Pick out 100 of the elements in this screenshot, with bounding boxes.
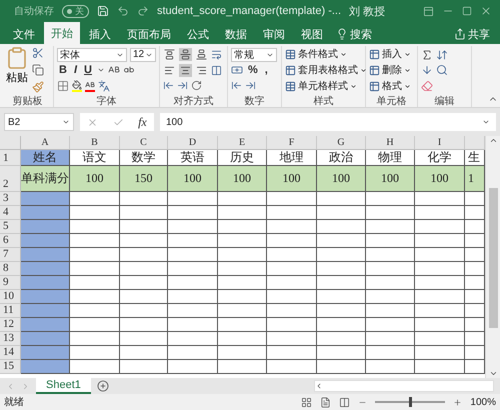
table-cell[interactable] [415,220,465,234]
sheet-tab[interactable]: Sheet1 [36,378,91,394]
table-cell[interactable] [415,318,465,332]
table-cell[interactable] [366,234,415,248]
row-header[interactable]: 1 [0,150,21,166]
table-cell[interactable]: 150 [120,166,168,192]
row-header[interactable]: 4 [0,206,21,220]
vertical-align-button[interactable] [195,48,208,61]
table-cell[interactable] [267,318,317,332]
table-cell[interactable]: 政治 [317,150,366,166]
zoom-level[interactable]: 100% [470,396,496,408]
table-cell[interactable] [120,220,168,234]
table-cell[interactable] [267,332,317,346]
row-header[interactable]: 6 [0,234,21,248]
table-cell[interactable] [415,332,465,346]
column-header[interactable]: H [366,136,415,150]
table-cell[interactable] [120,304,168,318]
column-header[interactable]: A [21,136,70,150]
table-cell[interactable] [120,234,168,248]
table-cell[interactable] [366,220,415,234]
fill-icon[interactable] [421,64,433,76]
table-cell[interactable] [267,360,317,374]
table-cell[interactable] [70,332,120,346]
table-cell[interactable] [21,332,70,346]
table-cell[interactable] [465,276,485,290]
table-cell[interactable] [21,360,70,374]
table-cell[interactable] [120,248,168,262]
decrease-indent-icon[interactable] [163,80,174,91]
brush-icon[interactable] [32,81,44,93]
table-cell[interactable] [21,318,70,332]
scroll-left-icon[interactable] [315,382,323,390]
ribbon-tab[interactable]: 插入 [82,24,118,44]
normal-view-icon[interactable] [301,396,312,408]
row-header[interactable]: 12 [0,318,21,332]
table-cell[interactable] [267,220,317,234]
table-cell[interactable]: 英语 [168,150,218,166]
table-cell[interactable] [415,234,465,248]
table-cell[interactable] [465,262,485,276]
table-cell[interactable] [317,262,366,276]
table-cell[interactable] [70,248,120,262]
sum-icon[interactable] [421,48,433,60]
table-cell[interactable] [317,290,366,304]
save-icon[interactable] [97,5,109,17]
table-cell[interactable] [267,248,317,262]
table-cell[interactable] [366,332,415,346]
table-cell[interactable] [168,248,218,262]
table-cell[interactable]: 100 [168,166,218,192]
font-size-field[interactable]: 12 [130,48,156,62]
table-cell[interactable] [415,262,465,276]
formula-field[interactable]: 100 [160,113,496,131]
increase-indent-icon[interactable] [177,80,188,91]
ribbon-tab[interactable]: 公式 [180,24,216,44]
table-cell[interactable] [218,318,267,332]
table-cell[interactable]: 单科满分 [21,166,70,192]
table-cell[interactable] [120,192,168,206]
vertical-align-button[interactable] [163,48,176,61]
table-cell[interactable] [267,234,317,248]
table-cell[interactable] [465,206,485,220]
table-cell[interactable] [168,206,218,220]
table-cell[interactable] [21,206,70,220]
table-cell[interactable] [317,360,366,374]
table-cell[interactable] [267,304,317,318]
table-cell[interactable] [168,360,218,374]
currency-icon[interactable] [231,64,243,76]
table-cell[interactable] [21,276,70,290]
table-cell[interactable] [168,192,218,206]
underline-button[interactable]: U [82,64,94,76]
styles-menu-item[interactable]: 单元格样式 [285,79,357,93]
table-cell[interactable] [21,234,70,248]
table-cell[interactable] [465,346,485,360]
table-cell[interactable] [366,206,415,220]
column-header[interactable]: G [317,136,366,150]
caret-icon[interactable] [96,66,105,74]
table-cell[interactable] [218,262,267,276]
table-cell[interactable] [70,220,120,234]
fill-color-icon[interactable] [72,80,82,92]
row-header[interactable]: 3 [0,192,21,206]
table-cell[interactable] [465,248,485,262]
table-cell[interactable] [218,360,267,374]
vertical-align-button[interactable] [179,48,192,61]
eraser-icon[interactable] [421,80,433,92]
cells-menu-item[interactable]: 格式 [369,79,411,93]
table-cell[interactable] [465,360,485,374]
table-cell[interactable]: 数学 [120,150,168,166]
table-cell[interactable]: 100 [366,166,415,192]
table-cell[interactable] [317,248,366,262]
scroll-up-icon[interactable] [488,136,498,145]
table-cell[interactable] [120,346,168,360]
scissors-icon[interactable] [32,47,44,59]
horizontal-align-button[interactable] [179,64,192,76]
table-cell[interactable]: 100 [70,166,120,192]
table-cell[interactable] [120,262,168,276]
ribbon-tab[interactable]: 数据 [218,24,254,44]
row-header[interactable]: 9 [0,276,21,290]
table-cell[interactable] [21,248,70,262]
table-cell[interactable] [70,346,120,360]
table-cell[interactable]: 物理 [366,150,415,166]
table-cell[interactable] [218,304,267,318]
table-cell[interactable] [218,220,267,234]
scroll-thumb[interactable] [488,188,498,328]
